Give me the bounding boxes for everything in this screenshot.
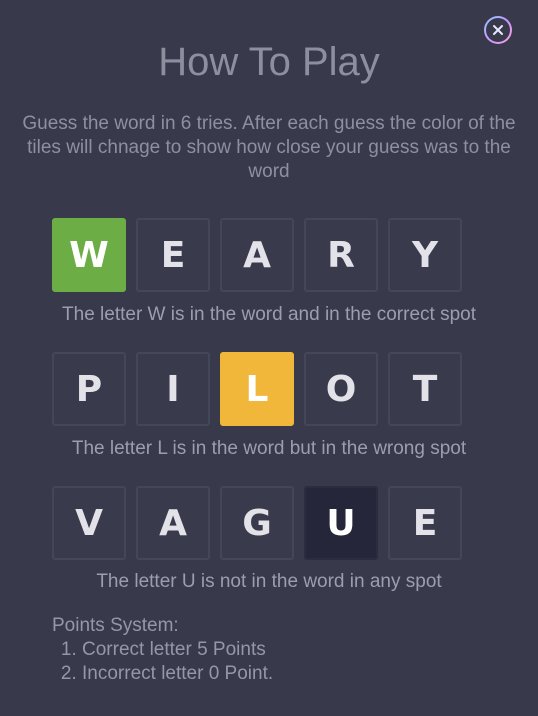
tile: I [136,352,210,426]
points-heading: Points System: [52,615,179,636]
tile: A [220,218,294,292]
example-caption-1: The letter W is in the word and in the c… [62,304,476,325]
points-item: Correct letter 5 Points [82,638,273,662]
points-list: Correct letter 5 Points Incorrect letter… [52,638,273,686]
tile: R [304,218,378,292]
tile: G [220,486,294,560]
example-row-3: V A G U E [52,486,462,560]
close-icon [493,25,503,35]
tile: E [136,218,210,292]
tile: O [304,352,378,426]
tile: W [52,218,126,292]
tile: U [304,486,378,560]
example-row-1: W E A R Y [52,218,462,292]
example-caption-3: The letter U is not in the word in any s… [96,571,442,592]
tile: L [220,352,294,426]
tile: E [388,486,462,560]
tile: V [52,486,126,560]
points-system: Points System: Correct letter 5 Points I… [52,614,273,686]
tile: A [136,486,210,560]
page-title: How To Play [158,40,380,84]
tile: P [52,352,126,426]
instructions-text: Guess the word in 6 tries. After each gu… [22,113,516,182]
example-caption-2: The letter L is in the word but in the w… [71,438,467,459]
points-item: Incorrect letter 0 Point. [82,662,273,686]
tile: Y [388,218,462,292]
tile: T [388,352,462,426]
example-row-2: P I L O T [52,352,462,426]
